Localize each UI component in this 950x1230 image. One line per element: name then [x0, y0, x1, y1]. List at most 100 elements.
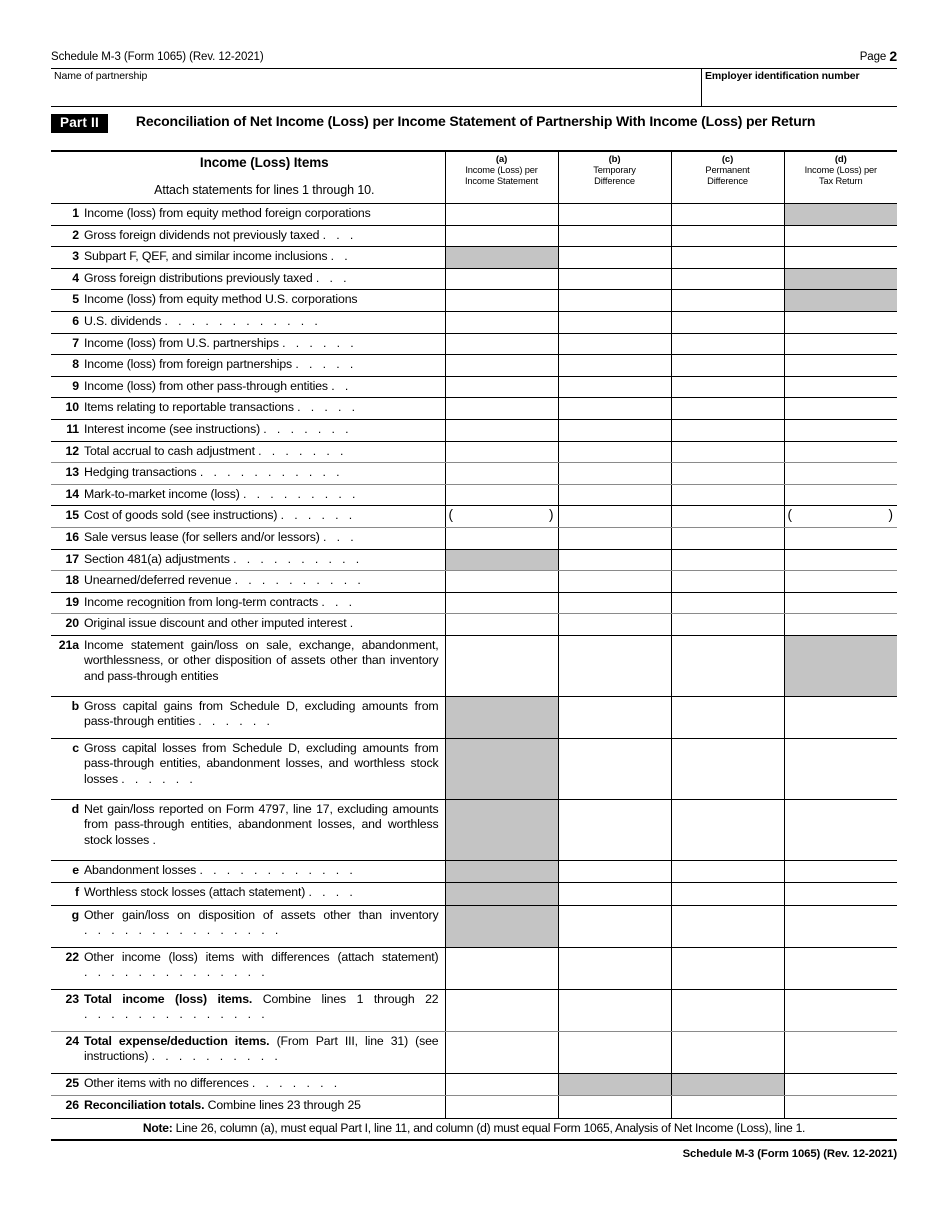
amount-cell-col-a[interactable]	[445, 311, 559, 334]
amount-cell-col-d[interactable]	[784, 225, 897, 248]
amount-cell-col-b[interactable]	[558, 860, 672, 884]
amount-cell-col-c[interactable]	[671, 246, 785, 269]
amount-cell-col-c[interactable]	[671, 882, 785, 906]
amount-cell-col-c[interactable]	[671, 484, 785, 507]
amount-cell-col-c[interactable]	[671, 592, 785, 615]
amount-cell-col-c[interactable]	[671, 799, 785, 861]
amount-cell-col-b[interactable]	[558, 905, 672, 948]
amount-cell-col-b[interactable]	[558, 376, 672, 399]
amount-cell-col-b[interactable]	[558, 738, 672, 800]
amount-cell-col-a[interactable]	[445, 989, 559, 1032]
amount-cell-col-d[interactable]	[784, 1031, 897, 1074]
amount-cell-col-d[interactable]	[784, 613, 897, 636]
amount-cell-col-d[interactable]	[784, 570, 897, 593]
amount-cell-col-a[interactable]	[445, 333, 559, 356]
amount-cell-col-a[interactable]	[445, 635, 559, 697]
amount-cell-col-b[interactable]	[558, 203, 672, 226]
amount-cell-col-c[interactable]	[671, 696, 785, 739]
amount-cell-col-c[interactable]	[671, 905, 785, 948]
amount-cell-col-b[interactable]	[558, 527, 672, 550]
amount-cell-col-b[interactable]	[558, 268, 672, 291]
amount-cell-col-b[interactable]	[558, 333, 672, 356]
amount-cell-col-b[interactable]	[558, 592, 672, 615]
amount-cell-col-b[interactable]	[558, 419, 672, 442]
amount-cell-col-c[interactable]	[671, 738, 785, 800]
amount-cell-col-b[interactable]	[558, 570, 672, 593]
amount-cell-col-c[interactable]	[671, 354, 785, 377]
amount-cell-col-b[interactable]	[558, 989, 672, 1032]
amount-cell-col-d[interactable]	[784, 397, 897, 420]
amount-cell-col-a[interactable]	[445, 354, 559, 377]
amount-cell-col-c[interactable]	[671, 462, 785, 485]
amount-cell-col-a[interactable]	[445, 1095, 559, 1119]
amount-cell-col-d[interactable]	[784, 333, 897, 356]
amount-cell-col-d[interactable]	[784, 549, 897, 572]
amount-cell-col-d[interactable]	[784, 738, 897, 800]
amount-cell-col-d[interactable]	[784, 905, 897, 948]
amount-cell-col-b[interactable]	[558, 354, 672, 377]
amount-cell-col-d[interactable]	[784, 696, 897, 739]
amount-cell-col-c[interactable]	[671, 989, 785, 1032]
amount-cell-col-b[interactable]	[558, 882, 672, 906]
amount-cell-col-b[interactable]	[558, 484, 672, 507]
amount-cell-col-d[interactable]	[784, 441, 897, 464]
amount-cell-col-b[interactable]	[558, 1031, 672, 1074]
amount-cell-col-c[interactable]	[671, 947, 785, 990]
amount-cell-col-d[interactable]	[784, 376, 897, 399]
amount-cell-col-b[interactable]	[558, 696, 672, 739]
amount-cell-col-d[interactable]	[784, 860, 897, 884]
amount-cell-col-b[interactable]	[558, 311, 672, 334]
amount-cell-col-a[interactable]	[445, 484, 559, 507]
amount-cell-col-d[interactable]	[784, 484, 897, 507]
amount-cell-col-c[interactable]	[671, 549, 785, 572]
amount-cell-col-a[interactable]	[445, 527, 559, 550]
amount-cell-col-d[interactable]	[784, 1095, 897, 1119]
amount-cell-col-c[interactable]	[671, 376, 785, 399]
amount-cell-col-a[interactable]	[445, 268, 559, 291]
amount-cell-col-a[interactable]	[445, 203, 559, 226]
amount-cell-col-b[interactable]	[558, 246, 672, 269]
amount-cell-col-d[interactable]	[784, 311, 897, 334]
amount-cell-col-c[interactable]	[671, 225, 785, 248]
amount-cell-col-c[interactable]	[671, 613, 785, 636]
amount-cell-col-a[interactable]	[445, 592, 559, 615]
amount-cell-col-b[interactable]	[558, 505, 672, 528]
amount-cell-col-c[interactable]	[671, 1031, 785, 1074]
amount-cell-col-b[interactable]	[558, 397, 672, 420]
amount-cell-col-b[interactable]	[558, 462, 672, 485]
amount-cell-col-b[interactable]	[558, 441, 672, 464]
amount-cell-col-c[interactable]	[671, 570, 785, 593]
amount-cell-col-a[interactable]	[445, 613, 559, 636]
amount-cell-col-b[interactable]	[558, 289, 672, 312]
amount-cell-col-a[interactable]	[445, 441, 559, 464]
amount-cell-col-c[interactable]	[671, 333, 785, 356]
amount-cell-col-a[interactable]	[445, 947, 559, 990]
amount-cell-col-a[interactable]: ()	[445, 505, 559, 528]
amount-cell-col-d[interactable]	[784, 947, 897, 990]
amount-cell-col-c[interactable]	[671, 635, 785, 697]
amount-cell-col-a[interactable]	[445, 1073, 559, 1097]
name-of-partnership-field[interactable]: Name of partnership	[51, 68, 702, 106]
amount-cell-col-a[interactable]	[445, 1031, 559, 1074]
amount-cell-col-c[interactable]	[671, 1095, 785, 1119]
amount-cell-col-b[interactable]	[558, 549, 672, 572]
amount-cell-col-d[interactable]	[784, 462, 897, 485]
amount-cell-col-b[interactable]	[558, 947, 672, 990]
amount-cell-col-d[interactable]	[784, 246, 897, 269]
amount-cell-col-c[interactable]	[671, 860, 785, 884]
amount-cell-col-c[interactable]	[671, 397, 785, 420]
amount-cell-col-a[interactable]	[445, 570, 559, 593]
amount-cell-col-d[interactable]: ()	[784, 505, 897, 528]
amount-cell-col-a[interactable]	[445, 397, 559, 420]
amount-cell-col-b[interactable]	[558, 225, 672, 248]
amount-cell-col-d[interactable]	[784, 882, 897, 906]
amount-cell-col-b[interactable]	[558, 613, 672, 636]
amount-cell-col-a[interactable]	[445, 376, 559, 399]
ein-field[interactable]: Employer identification number	[702, 68, 897, 106]
amount-cell-col-a[interactable]	[445, 419, 559, 442]
amount-cell-col-d[interactable]	[784, 1073, 897, 1097]
amount-cell-col-d[interactable]	[784, 419, 897, 442]
amount-cell-col-d[interactable]	[784, 989, 897, 1032]
amount-cell-col-b[interactable]	[558, 635, 672, 697]
amount-cell-col-b[interactable]	[558, 799, 672, 861]
